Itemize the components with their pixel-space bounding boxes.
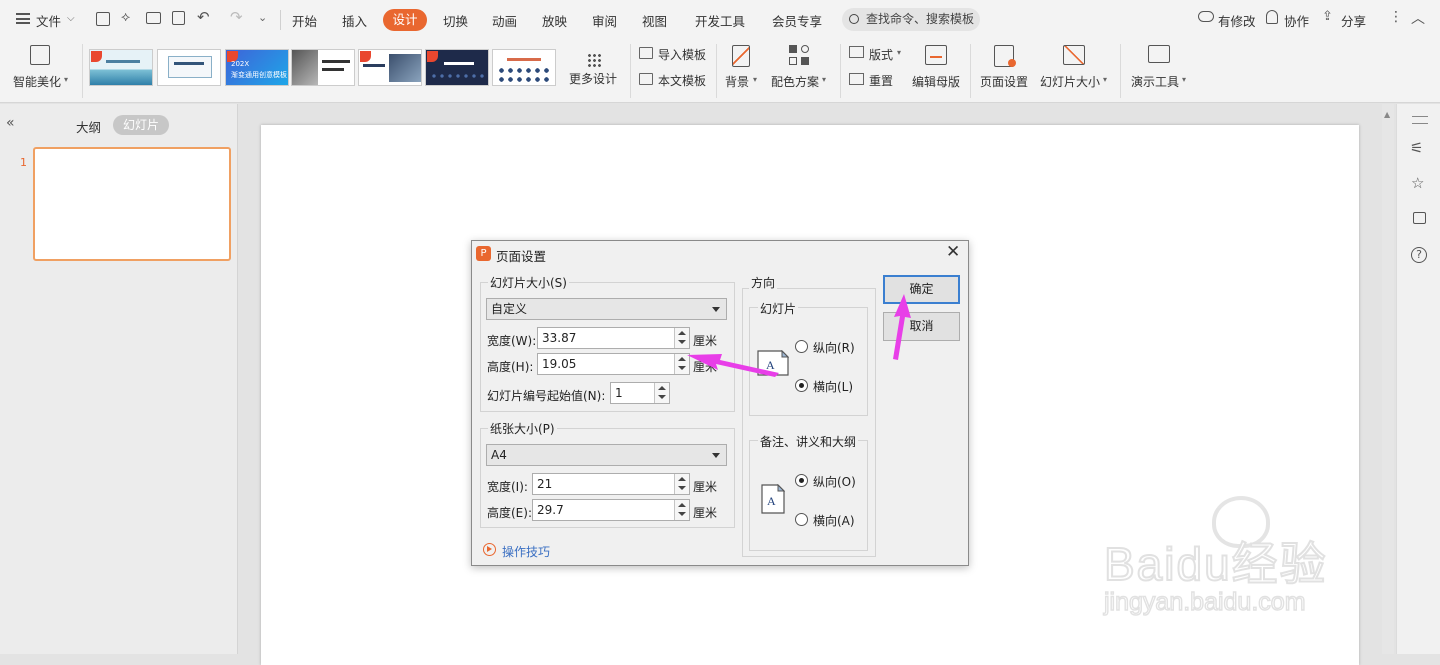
arrow-to-ok-button <box>893 294 911 360</box>
annotation-arrows <box>687 294 911 377</box>
arrow-to-width-input <box>687 354 779 377</box>
